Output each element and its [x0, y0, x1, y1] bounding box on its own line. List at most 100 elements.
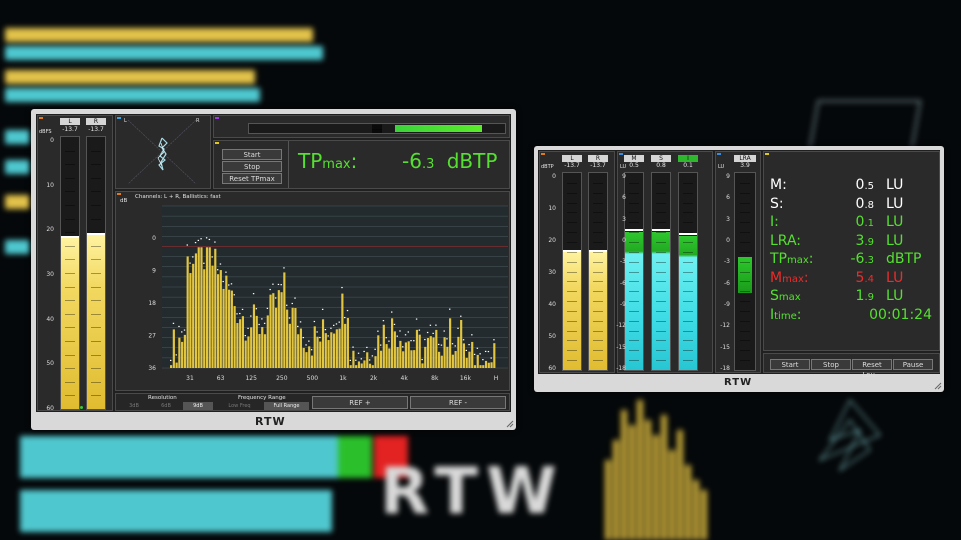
scale-label: -3	[724, 258, 730, 266]
option-button[interactable]: Low Freq	[217, 402, 262, 410]
spectrum-bar	[404, 342, 407, 368]
meter-fill	[87, 232, 105, 409]
spectrum-bar	[186, 256, 189, 368]
spectrum-bar	[482, 365, 485, 368]
reset-loudness-button[interactable]: Reset Lou...	[852, 359, 892, 379]
option-button[interactable]: 6dB	[151, 402, 181, 410]
resolution-label: Resolution	[148, 395, 177, 401]
meter-tick	[65, 259, 75, 261]
spectrum-peak-dot	[261, 318, 263, 320]
meter-tick	[567, 360, 577, 362]
scale-label: -9	[620, 301, 626, 308]
scale-label: -18	[616, 365, 626, 372]
rtw-logo: RTW	[255, 415, 286, 428]
meter-tick	[740, 330, 750, 332]
scale-label: -18	[720, 365, 730, 372]
readout-unit: LU	[886, 195, 904, 212]
spectrum-bar	[341, 293, 344, 368]
scale-label: 50	[46, 360, 54, 368]
spectrum-section: Channels: L + R, Ballistics: fast dB 091…	[115, 191, 510, 391]
readout-unit: LU	[886, 232, 904, 249]
spectrum-bar	[471, 341, 474, 368]
x-tick-label: 125	[245, 375, 257, 382]
spectrum-bar	[368, 363, 372, 368]
ref-plus-button[interactable]: REF +	[312, 396, 408, 409]
bg-bar	[5, 195, 30, 209]
meter-tick	[567, 251, 577, 253]
resize-grip[interactable]	[934, 382, 942, 390]
scale-label: -6	[724, 279, 730, 287]
spectrum-peak-dot	[175, 354, 177, 356]
stop-button[interactable]: Stop	[222, 161, 282, 172]
spectrum-peak-dot	[446, 338, 448, 340]
start-button[interactable]: Start	[770, 359, 810, 370]
meter-tick	[740, 310, 750, 312]
spectrum-peak-dot	[471, 334, 473, 336]
tpmax-section: Start Stop Reset TPmax TPmax: -6.3 dBTP	[213, 140, 510, 189]
meter-tick	[91, 300, 101, 302]
meter-tick	[593, 261, 603, 263]
spectrum-peak-dot	[338, 321, 340, 323]
spectrum-bar	[449, 318, 452, 368]
pause-button[interactable]: Pause	[893, 359, 933, 370]
meter-tick	[91, 381, 101, 383]
scale-label: 60	[548, 365, 556, 372]
readout-label: Itime:	[770, 306, 801, 326]
readout-label-sub: max	[778, 292, 801, 303]
spectrum-peak-dot	[324, 328, 327, 331]
spectrum-bar	[333, 333, 336, 368]
meter-tick	[740, 212, 750, 214]
spectrum-peak-dot	[286, 304, 288, 306]
readout-value-dec: .9	[864, 292, 874, 303]
readout-row: S: 0.8 LU	[770, 195, 938, 213]
readout-label-sub: max	[782, 273, 804, 285]
readout-colon: :	[796, 306, 802, 323]
option-button[interactable]: 9dB	[183, 402, 213, 410]
option-button[interactable]: Full Range	[264, 402, 309, 410]
spectrum-bar	[172, 329, 175, 368]
spectrum-peak-dot	[421, 358, 423, 361]
spectrum-bar	[435, 329, 438, 368]
lra-section: LRA 3.9 LU 9 6 3 0 -3 -6 -9 -12 -15 -18	[715, 151, 761, 373]
option-button[interactable]: 3dB	[119, 402, 149, 410]
meter-tick	[65, 327, 75, 329]
spectrum-bar	[371, 365, 374, 368]
start-button[interactable]: Start	[222, 149, 282, 160]
bg-scope	[818, 399, 881, 472]
ref-minus-button[interactable]: REF -	[410, 396, 506, 409]
spectrum-bar	[261, 327, 264, 368]
meter-tick	[740, 281, 750, 283]
spectrum-peak-dot	[288, 317, 291, 319]
scale-label: -9	[724, 301, 730, 308]
spectrum-bar	[181, 341, 184, 368]
spectrum-bar	[415, 329, 419, 368]
meter-tick	[593, 310, 603, 312]
readout-label: Smax	[770, 287, 801, 307]
reset-tpmax-button[interactable]: Reset TPmax	[222, 173, 282, 184]
spectrum-peak-dot	[299, 321, 302, 323]
readout-label-main: S	[770, 195, 779, 212]
readout-value-dec: .5	[864, 181, 874, 192]
spectrum-peak-dot	[462, 339, 465, 341]
spectrum-peak-dot	[374, 348, 376, 350]
readout-colon: :	[808, 251, 814, 267]
resize-grip[interactable]	[506, 420, 514, 428]
spectrum-bar	[183, 334, 186, 368]
spectrum-bar	[451, 354, 454, 368]
x-tick-label: 63	[217, 375, 225, 382]
meter-tick	[91, 218, 101, 220]
bg-bar	[5, 240, 30, 254]
meter-tick	[91, 177, 101, 179]
spectrum-bar	[388, 348, 391, 368]
stop-button[interactable]: Stop	[811, 359, 851, 370]
meter-tick	[567, 350, 577, 352]
spectrum-peak-dot	[241, 308, 244, 311]
spectrum-peak-dot	[388, 340, 390, 342]
rtw-logo: RTW	[724, 377, 753, 388]
ppm-section: L R -13.7 -13.7 dBTP 0 10 20 30 40 50 60	[539, 151, 615, 373]
spectrum-peak-dot	[211, 256, 213, 258]
meter-tick	[567, 212, 577, 214]
spectrum-peak-dot	[418, 329, 421, 331]
scale-label: 30	[548, 269, 556, 276]
spectrum-peak-dot	[313, 320, 316, 323]
